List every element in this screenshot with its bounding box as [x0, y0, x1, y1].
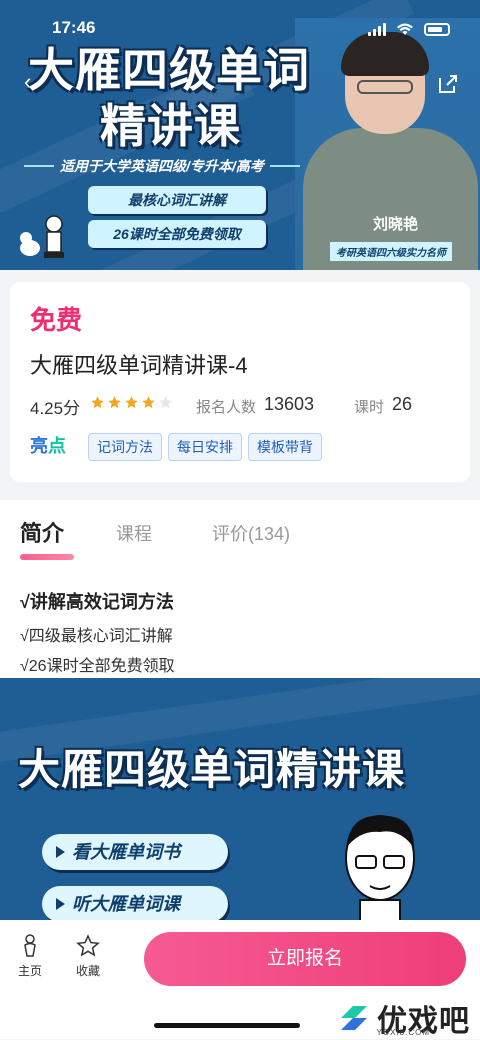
tab-reviews[interactable]: 评价(134): [212, 520, 290, 546]
tab-intro[interactable]: 简介: [20, 516, 64, 548]
banner-pill-book: 看大雁单词书: [42, 834, 228, 870]
star-empty-icon: [159, 396, 172, 409]
tag-memorize-method: 记词方法: [88, 433, 162, 461]
intro-banner-image: 大雁四级单词精讲课 看大雁单词书 听大雁单词课: [0, 678, 480, 923]
highlights-badge-char-2: 点: [48, 436, 66, 456]
nav-favorite-label: 收藏: [75, 964, 100, 978]
intro-line: √四级最核心词汇讲解: [20, 628, 173, 645]
tab-active-indicator: [20, 554, 74, 560]
wifi-icon: [397, 23, 413, 35]
banner-pill-course: 听大雁单词课: [42, 886, 228, 922]
banner-title: 大雁四级单词精讲课: [18, 746, 406, 793]
star-filled-icon: [142, 396, 155, 409]
bottom-action-bar: 主页 收藏 立即报名 优戏吧 YOXI8.COM: [0, 920, 480, 1039]
star-filled-icon: [108, 396, 121, 409]
highlight-tags: 记词方法 每日安排 模板带背: [88, 433, 322, 461]
star-filled-icon: [91, 396, 104, 409]
star-filled-icon: [125, 396, 138, 409]
nav-home[interactable]: 主页: [10, 934, 50, 979]
tag-template-recite: 模板带背: [248, 433, 322, 461]
watermark-subtext: YOXI8.COM: [376, 1028, 430, 1037]
intro-section: √讲解高效记词方法 √四级最核心词汇讲解 √26课时全部免费领取: [0, 570, 480, 678]
detail-tabs: 简介 课程 评价(134): [0, 500, 480, 570]
enroll-count-label: 报名人数: [196, 399, 257, 416]
course-title: 大雁四级单词精讲课-4: [30, 353, 248, 378]
course-rating: 4.25分: [30, 399, 81, 418]
home-icon: [24, 934, 36, 957]
intro-line: √讲解高效记词方法: [20, 592, 174, 612]
mascot-illustration: [20, 215, 64, 258]
hero-banner: 大雁四级单词 精讲课 适用于大学英语四级/专升本/高考 最核心词汇讲解 26课时…: [0, 0, 480, 270]
star-outline-icon: [76, 934, 100, 957]
status-time: 17:46: [52, 18, 96, 37]
hero-subtitle: 适用于大学英语四级/专升本/高考: [24, 158, 300, 174]
back-icon[interactable]: ‹: [24, 71, 40, 93]
enroll-count-value: 13603: [264, 394, 315, 414]
watermark-logo-icon: [341, 1006, 367, 1030]
battery-icon: [424, 22, 450, 36]
intro-line: √26课时全部免费领取: [20, 658, 175, 675]
nav-favorite[interactable]: 收藏: [68, 934, 108, 979]
lesson-count-value: 26: [392, 394, 413, 414]
hero-pill-core-words: 最核心词汇讲解: [88, 186, 266, 214]
lesson-count-label: 课时: [354, 399, 385, 416]
tab-lessons[interactable]: 课程: [116, 520, 152, 546]
hero-title-line2: 精讲课: [100, 100, 241, 152]
signup-button[interactable]: 立即报名: [144, 932, 466, 986]
course-price: 免费: [30, 305, 83, 335]
nav-home-label: 主页: [17, 964, 42, 978]
course-info-card: 免费 大雁四级单词精讲课-4 4.25分 报名人数 13603 课时 26 亮点…: [10, 282, 470, 482]
hero-pill-free-lessons: 26课时全部免费领取: [88, 220, 266, 248]
highlights-badge-char-1: 亮: [30, 436, 48, 456]
teacher-title: 考研英语四六级实力名师: [330, 242, 452, 261]
tag-daily-schedule: 每日安排: [168, 433, 242, 461]
cartoon-teacher-illustration: [345, 815, 415, 923]
rating-stars: [90, 395, 173, 410]
teacher-name: 刘晓艳: [372, 216, 418, 233]
status-bar: 17:46: [0, 0, 480, 44]
home-indicator: [154, 1023, 300, 1028]
highlights-badge: 亮点: [30, 432, 66, 458]
share-icon[interactable]: [436, 72, 460, 96]
cellular-signal-icon: [368, 22, 386, 36]
